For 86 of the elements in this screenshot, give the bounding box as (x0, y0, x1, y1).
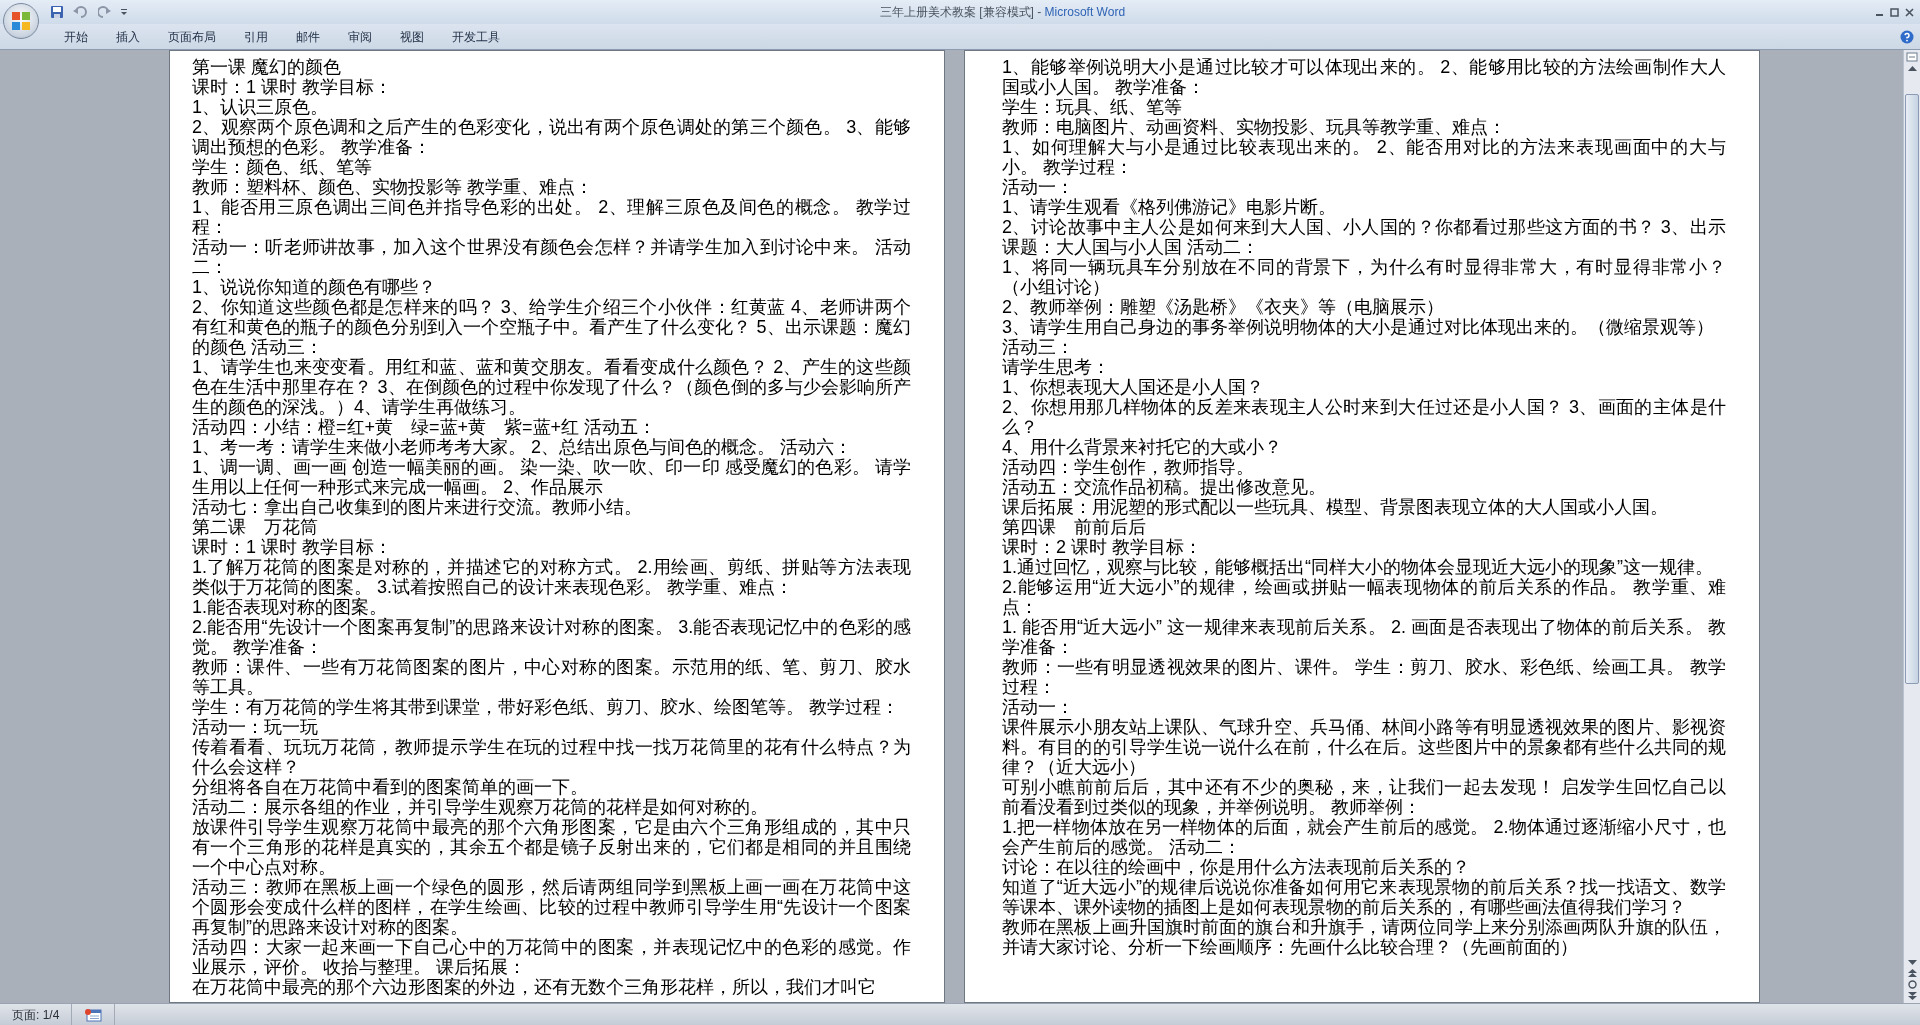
paragraph-text: 在万花筒中最亮的那个六边形图案的外边，还有无数个三角形花样，所以，我们才叫它 (192, 977, 877, 997)
scroll-thumb[interactable] (1905, 94, 1919, 684)
paragraph-text: 1、考一考：请学生来做小老师考考大家。 2、总结出原色与间色的概念。 活动六： (192, 437, 854, 457)
split-icon[interactable] (1906, 52, 1918, 62)
paragraph-text: 第二课 万花筒 (192, 517, 319, 537)
paragraph-text: 活动一： (1002, 177, 1075, 197)
ribbon-tab[interactable]: 开始 (50, 24, 102, 49)
paragraph-text: 放课件引导学生观察万花筒中最亮的那个六角形图案，它是由六个三角形组成的，其中只有一个三角形的花样是真实的，其余五个都是镜子反射出来的，它们都是相同的并且围绕一个中心点对称。 (192, 817, 911, 877)
save-icon[interactable] (48, 5, 66, 19)
scroll-down-icon[interactable] (1907, 960, 1917, 966)
paragraph-text: 1、能够举例说明大小是通过比较才可以体现出来的。 2、能够用比较的方法绘画制作大人国或小人国。 教学准备： (1002, 57, 1726, 97)
paragraph-text: 活动一：玩一玩 (192, 717, 319, 737)
paragraph-text: 2.能否用“先设计一个图案再复制”的思路来设计对称的图案。 3.能否表现记忆中的色彩的感觉。 教学准备： (192, 617, 911, 657)
paragraph-text: 1、将同一辆玩具车分别放在不同的背景下，为什么有时显得非常大，有时显得非常小？（小组讨论） (1002, 257, 1726, 297)
paragraph-text: 第一课 魔幻的颜色 (192, 57, 342, 77)
paragraph-text: 教师：课件、一些有万花筒图案的图片，中心对称的图案。示范用的纸、笔、剪刀、胶水等工具。 (192, 657, 911, 697)
paragraph-text: 1、请学生观看《格列佛游记》电影片断。 (1002, 197, 1337, 217)
paragraph-text: 教师：塑料杯、颜色、实物投影等 教学重、难点： (192, 177, 594, 197)
paragraph-text: 可别小瞧前前后后，其中还有不少的奥秘，来，让我们一起去发现！ 启发学生回忆自己以前看没看到过类似的现象，并举例说明。 教师举例： (1002, 777, 1726, 817)
paragraph-text: 2、讨论故事中主人公是如何来到大人国、小人国的？你都看过那些这方面的书？ 3、出示课题：大人国与小人国 活动二： (1002, 217, 1726, 257)
window-title: 三年上册美术教案 [兼容模式] - Microsoft Word (878, 4, 1127, 21)
paragraph-text: 课件展示小朋友站上课队、气球升空、兵马俑、林间小路等有明显透视效果的图片、影视资料。有目的的引导学生说一说什么在前，什么在后。这些图片中的景象都有些什么共同的规律？（近大远小） (1002, 717, 1726, 777)
office-logo-icon (11, 11, 31, 31)
paragraph-text: 1. 能否用“近大远小” 这一规律来表现前后关系。 2. 画面是否表现出了物体的前后关系。 教学准备： (1002, 617, 1726, 657)
paragraph-text: 教师：电脑图片、动画资料、实物投影、玩具等教学重、难点： (1002, 117, 1507, 137)
paragraph-text: 1、你想表现大人国还是小人国？ (1002, 377, 1265, 397)
ribbon-tab[interactable]: 视图 (386, 24, 438, 49)
ribbon-tab[interactable]: 页面布局 (154, 24, 230, 49)
paragraph-text: 分组将各自在万花筒中看到的图案简单的画一下。 (192, 777, 589, 797)
paragraph-text: 教师：一些有明显透视效果的图片、课件。 学生：剪刀、胶水、彩色纸、绘画工具。 教学过程： (1002, 657, 1726, 697)
paragraph-text: 1.了解万花筒的图案是对称的，并描述它的对称方式。 2.用绘画、剪纸、拼贴等方法表现类似于万花筒的图案。 3.试着按照自己的设计来表现色彩。 教学重、难点： (192, 557, 911, 597)
paragraph-text: 2、教师举例：雕塑《汤匙桥》《衣夹》等（电脑展示） (1002, 297, 1445, 317)
paragraph-text: 1.通过回忆，观察与比较，能够概括出“同样大小的物体会显现近大远小的现象”这一规律。 (1002, 557, 1714, 577)
paragraph-text: 第四课 前前后后 (1002, 517, 1147, 537)
previous-page-icon[interactable] (1907, 969, 1917, 977)
paragraph-text: 活动三：教师在黑板上画一个绿色的圆形，然后请两组同学到黑板上画一画在万花筒中这个圆形会变成什么样的图样，在学生绘画、比较的过程中教师引导学生用“先设计一个图案再复制”的思路来设计对称的图案。 (192, 877, 911, 937)
browse-object-icon[interactable] (1907, 980, 1917, 989)
paragraph-text: 1.能否表现对称的图案。 (192, 597, 388, 617)
customize-toolbar-icon[interactable] (118, 7, 130, 17)
macro-record-icon[interactable] (84, 1007, 103, 1022)
paragraph-text: 1.把一样物体放在另一样物体的后面，就会产生前后的感觉。 2.物体通过逐渐缩小尺寸，也会产生前后的感觉。 活动二： (1002, 817, 1726, 857)
paragraph-text: 3、请学生用自己身边的事务举例说明物体的大小是通过对比体现出来的。（微缩景观等） (1002, 317, 1715, 337)
paragraph-text: 教师在黑板上画升国旗时前面的旗台和升旗手，请两位同学上来分别添画两队升旗的队伍，并请大家讨论、分析一下绘画顺序：先画什么比较合理？（先画前面的） (1002, 917, 1726, 957)
paragraph-text: 课时：1 课时 教学目标： (192, 77, 393, 97)
paragraph-text: 4、用什么背景来衬托它的大或小？ (1002, 437, 1283, 457)
ribbon-tab[interactable]: 开发工具 (438, 24, 514, 49)
paragraph-text: 1、认识三原色。 (192, 97, 329, 117)
paragraph-text: 课时：2 课时 教学目标： (1002, 537, 1203, 557)
ribbon-tab[interactable]: 审阅 (334, 24, 386, 49)
paragraph-text: 活动二：展示各组的作业，并引导学生观察万花筒的花样是如何对称的。 (192, 797, 769, 817)
paragraph-text: 2.能够运用“近大远小”的规律，绘画或拼贴一幅表现物体的前后关系的作品。 教学重、难点： (1002, 577, 1726, 617)
paragraph-text: 2、你想用那几样物体的反差来表现主人公时来到大任过还是小人国？ 3、画面的主体是什么？ (1002, 397, 1726, 437)
paragraph-text: 2、你知道这些颜色都是怎样来的吗？ 3、给学生介绍三个小伙伴：红黄蓝 4、老师讲两个有红和黄色的瓶子的颜色分别到入一个空瓶子中。看产生了什么变化？ 5、出示课题：魔幻的颜色 活动三： (192, 297, 911, 357)
paragraph-text: 活动一： (1002, 697, 1075, 717)
next-page-icon[interactable] (1907, 992, 1917, 1000)
paragraph-text: 1、如何理解大与小是通过比较表现出来的。 2、能否用对比的方法来表现画面中的大与小。 教学过程： (1002, 137, 1726, 177)
ribbon-tab[interactable]: 邮件 (282, 24, 334, 49)
paragraph-text: 活动四：学生创作，教师指导。 (1002, 457, 1255, 477)
paragraph-text: 学生：玩具、纸、笔等 (1002, 97, 1183, 117)
paragraph-text: 1、能否用三原色调出三间色并指导色彩的出处。 2、理解三原色及间色的概念。 教学过程： (192, 197, 911, 237)
paragraph-text: 2、观察两个原色调和之后产生的色彩变化，说出有两个原色调处的第三个颜色。 3、能够调出预想的色彩。 教学准备： (192, 117, 911, 157)
paragraph-text: 活动四：小结：橙=红+黄 绿=蓝+黄 紫=蓝+红 活动五： (192, 417, 658, 437)
paragraph-text: 1、调一调、画一画 创造一幅美丽的画。 染一染、吹一吹、印一印 感受魔幻的色彩。 请学生用以上任何一种形式来完成一幅画。 2、作品展示 (192, 457, 911, 497)
paragraph-text: 传着看看、玩玩万花筒，教师提示学生在玩的过程中找一找万花筒里的花有什么特点？为什么会这样？ (192, 737, 911, 777)
office-button[interactable] (3, 3, 39, 39)
paragraph-text: 请学生思考： (1002, 357, 1111, 377)
paragraph-text: 课后拓展：用泥塑的形式配以一些玩具、模型、背景图表现立体的大人国或小人国。 (1002, 497, 1669, 517)
maximize-icon[interactable] (1890, 7, 1899, 17)
ribbon-tab[interactable]: 插入 (102, 24, 154, 49)
paragraph-text: 讨论：在以往的绘画中，你是用什么方法表现前后关系的？ (1002, 857, 1471, 877)
paragraph-text: 1、说说你知道的颜色有哪些？ (192, 277, 437, 297)
paragraph-text: 知道了“近大远小”的规律后说说你准备如何用它来表现景物的前后关系？找一找语文、数学等课本、课外读物的插图上是如何表现景物的前后关系的，有哪些画法值得我们学习？ (1002, 877, 1726, 917)
help-icon[interactable] (1900, 29, 1914, 44)
paragraph-text: 活动三： (1002, 337, 1075, 357)
paragraph-text: 学生：有万花筒的学生将其带到课堂，带好彩色纸、剪刀、胶水、绘图笔等。 教学过程： (192, 697, 900, 717)
paragraph-text: 活动一：听老师讲故事，加入这个世界没有颜色会怎样？并请学生加入到讨论中来。 活动二： (192, 237, 911, 277)
close-icon[interactable] (1905, 7, 1914, 17)
paragraph-text: 1、请学生也来变变看。用红和蓝、蓝和黄交朋友。看看变成什么颜色？ 2、产生的这些颜色在生活中那里存在？ 3、在倒颜色的过程中你发现了什么？（颜色倒的多与少会影响所产生的颜色的深浅。）4、请学生再做练习。 (192, 357, 911, 417)
ribbon-tab[interactable]: 引用 (230, 24, 282, 49)
page-count[interactable]: 页面: 1/4 (0, 1004, 73, 1025)
paragraph-text: 课时：1 课时 教学目标： (192, 537, 393, 557)
paragraph-text: 活动五：交流作品初稿。提出修改意见。 (1002, 477, 1327, 497)
paragraph-text: 活动七：拿出自己收集到的图片来进行交流。教师小结。 (192, 497, 643, 517)
paragraph-text: 学生：颜色、纸、笔等 (192, 157, 373, 177)
paragraph-text: 活动四：大家一起来画一下自己心中的万花筒中的图案，并表现记忆中的色彩的感觉。作业展示，评价。 收拾与整理。 课后拓展： (192, 937, 911, 977)
scroll-up-icon[interactable] (1907, 65, 1917, 71)
